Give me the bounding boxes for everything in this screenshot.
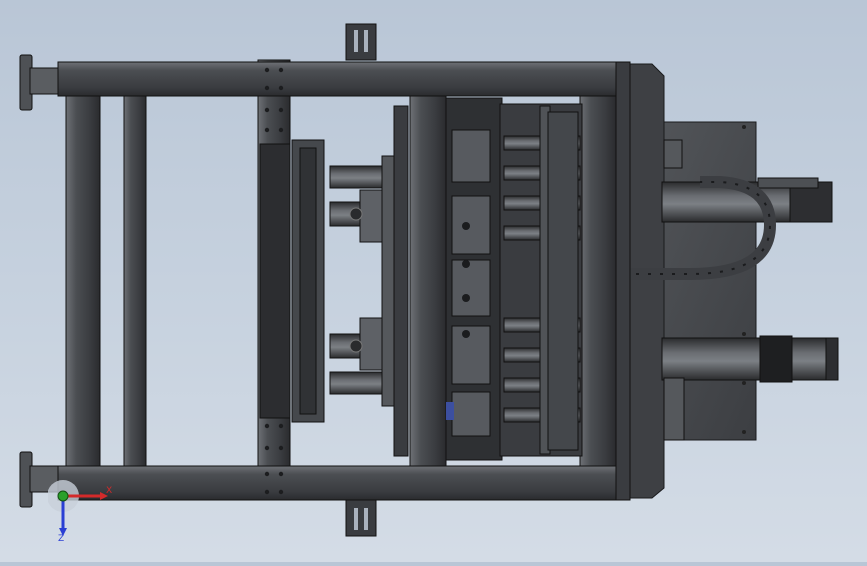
bracket-bottom (345, 499, 377, 537)
center-mechanism (445, 97, 503, 461)
frame-post-1 (65, 95, 101, 467)
assembly-drawing (19, 23, 839, 537)
z-axis-label: Z (58, 534, 65, 544)
bracket-top (345, 23, 377, 61)
guide-rods (329, 165, 391, 395)
cylinder-lower (661, 335, 839, 383)
frame-post-4 (409, 95, 447, 467)
x-axis-label: X (106, 486, 113, 496)
moving-platen (381, 105, 409, 457)
y-axis-dot (57, 490, 69, 502)
cad-viewport[interactable]: X Z (0, 0, 867, 562)
actuator-bank (499, 103, 583, 457)
frame-post-5 (579, 95, 617, 467)
frame-rail-top (57, 61, 627, 97)
clamp-plate (259, 139, 325, 423)
sensor-block-top (663, 139, 683, 169)
sensor-block (663, 377, 685, 441)
frame-rail-bottom (57, 465, 627, 501)
end-cap (625, 63, 665, 499)
foot-top-left (19, 54, 59, 111)
axis-triad: X Z (47, 480, 118, 550)
frame-post-2 (123, 95, 147, 467)
